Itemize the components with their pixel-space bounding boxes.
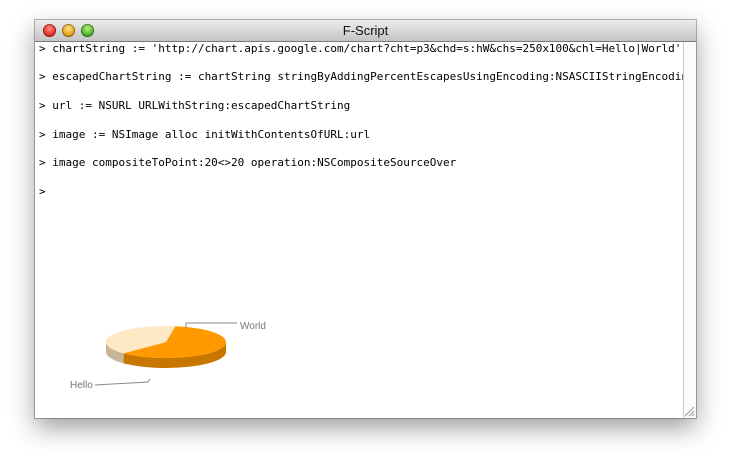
pie-chart-image: Hello World (60, 312, 280, 402)
console-line: > escapedChartString := chartString stri… (39, 70, 695, 83)
window-title: F-Script (342, 23, 389, 38)
pie-chart: Hello World (70, 321, 266, 391)
resize-grip-icon[interactable] (683, 405, 695, 417)
title-bar[interactable]: F-Script (35, 20, 696, 42)
console-line: > image compositeToPoint:20<>20 operatio… (39, 156, 457, 169)
console-prompt: > (39, 185, 46, 198)
pie-leader-world (185, 322, 237, 328)
console-line: > image := NSImage alloc initWithContent… (39, 128, 371, 141)
console-line: > chartString := 'http://chart.apis.goog… (39, 42, 682, 55)
pie-label-hello: Hello (70, 380, 93, 391)
pie-label-world: World (240, 321, 266, 332)
vertical-scrollbar[interactable] (683, 42, 696, 418)
pie-leader-hello (94, 378, 151, 386)
console-line: > url := NSURL URLWithString:escapedChar… (39, 99, 351, 112)
